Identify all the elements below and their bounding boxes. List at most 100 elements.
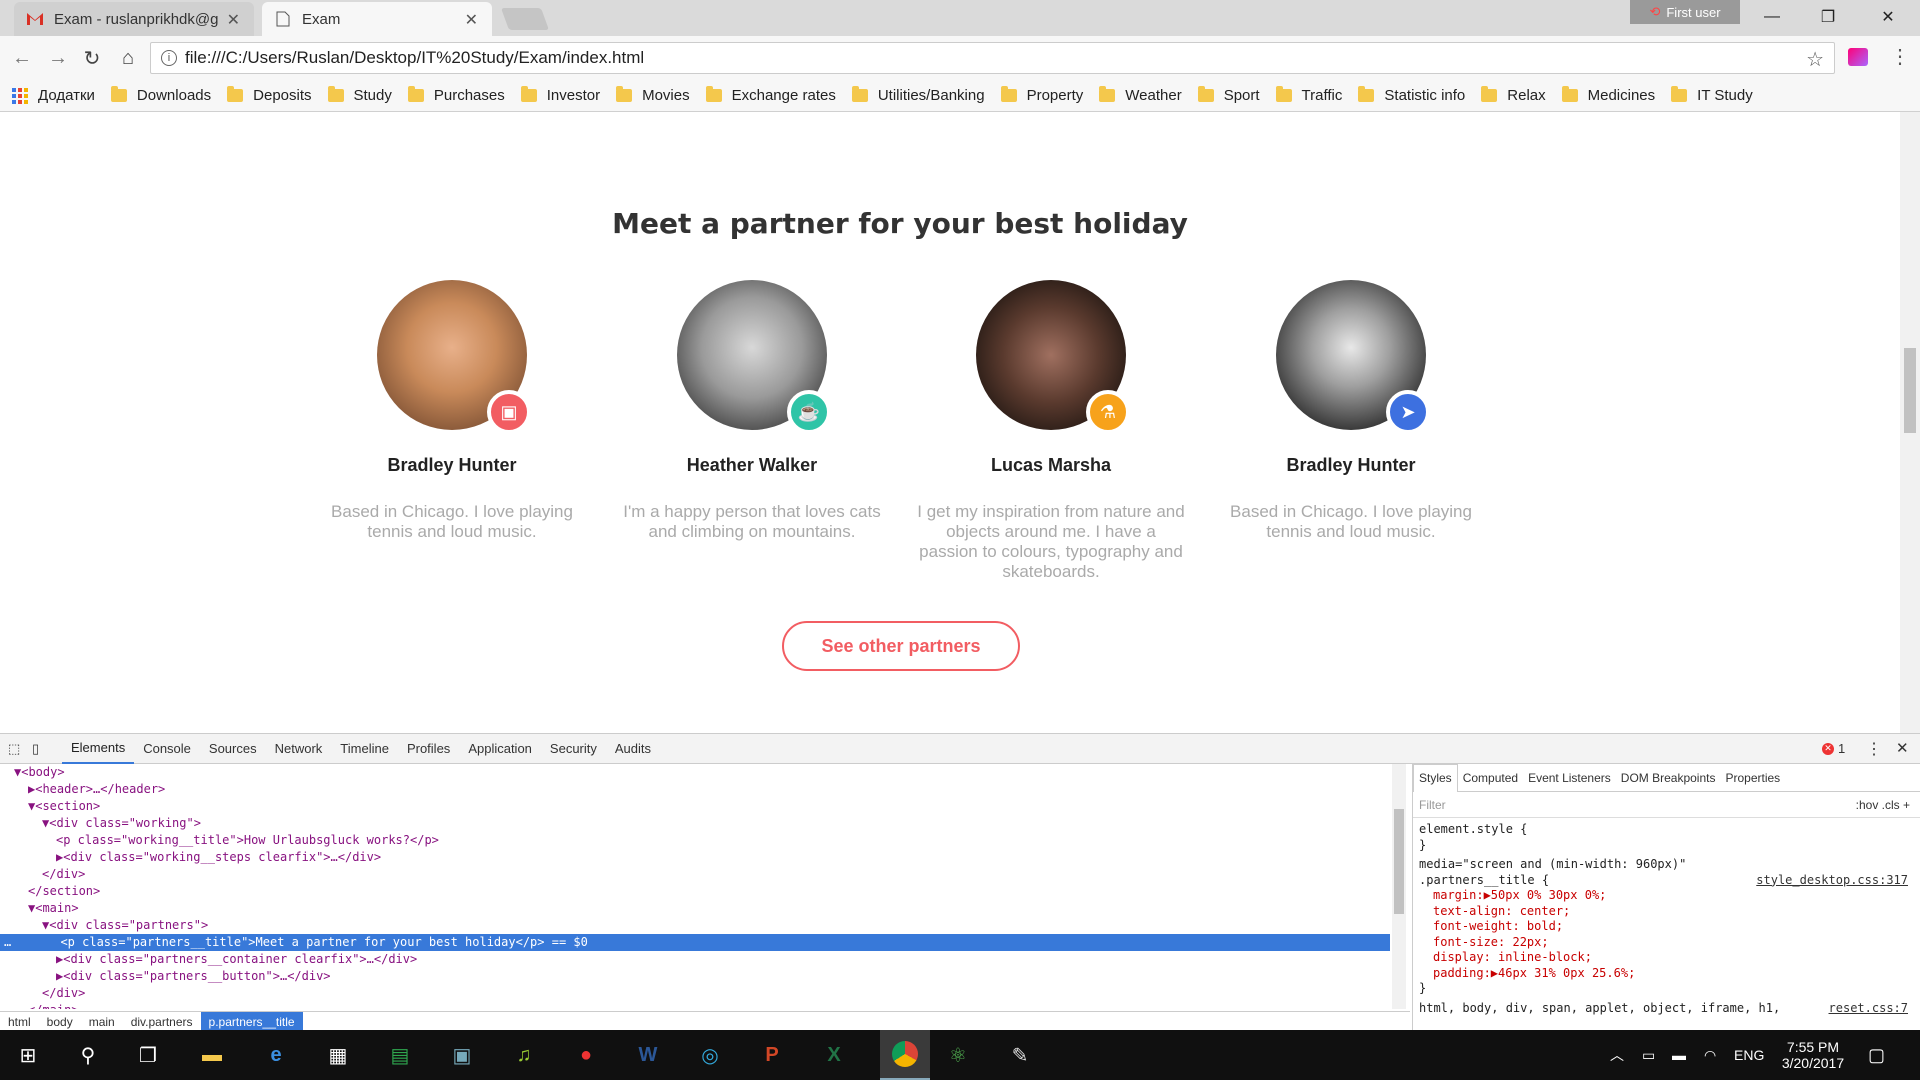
error-counter[interactable]: ✕ 1 [1822, 741, 1845, 756]
close-icon[interactable]: ✕ [1896, 739, 1909, 757]
styles-filter[interactable]: Filter :hov .cls + [1413, 792, 1920, 818]
devtools-tab-elements[interactable]: Elements [62, 734, 135, 764]
dom-node[interactable]: ▶<div class="partners__container clearfi… [0, 951, 1390, 968]
bookmark-folder[interactable]: Study [327, 86, 392, 104]
minimize-button[interactable]: — [1752, 4, 1792, 30]
app-icon[interactable]: ● [570, 1039, 602, 1071]
wifi-icon[interactable]: ◠ [1704, 1030, 1716, 1080]
star-icon[interactable]: ☆ [1806, 47, 1824, 72]
scrollbar-thumb[interactable] [1394, 809, 1404, 914]
dom-node[interactable]: ▶<header>…</header> [0, 781, 1390, 798]
devtools-tab-network[interactable]: Network [266, 734, 332, 764]
styles-tab[interactable]: Styles [1413, 763, 1458, 792]
see-other-partners-button[interactable]: See other partners [782, 621, 1020, 671]
bookmark-folder[interactable]: Utilities/Banking [851, 86, 985, 104]
tab-gmail[interactable]: Exam - ruslanprikhdk@g ✕ [14, 2, 254, 36]
restore-button[interactable]: ❐ [1808, 4, 1848, 30]
breadcrumb-item[interactable]: body [39, 1012, 81, 1032]
devtools-menu-icon[interactable]: ⋮ [1866, 739, 1882, 759]
dom-node[interactable]: ▼<main> [0, 900, 1390, 917]
bookmark-folder[interactable]: Deposits [227, 86, 312, 104]
paint-icon[interactable]: ✎ [1004, 1039, 1036, 1071]
bookmark-folder[interactable]: Medicines [1561, 86, 1655, 104]
edge-icon[interactable]: e [260, 1039, 292, 1071]
bookmark-folder[interactable]: Relax [1481, 86, 1546, 104]
start-icon[interactable]: ⊞ [12, 1039, 44, 1071]
bookmark-apps[interactable]: Додатки [12, 87, 95, 104]
dom-node[interactable]: … <p class="partners__title">Meet a part… [0, 934, 1390, 951]
devtools-tab-profiles[interactable]: Profiles [398, 734, 459, 764]
devtools-tab-audits[interactable]: Audits [606, 734, 660, 764]
atom-icon[interactable]: ⚛ [942, 1039, 974, 1071]
page-scrollbar[interactable] [1900, 112, 1920, 733]
bookmark-folder[interactable]: Investor [520, 86, 600, 104]
bookmark-folder[interactable]: Exchange rates [705, 86, 836, 104]
dom-node[interactable]: ▼<div class="working"> [0, 815, 1390, 832]
devtools-tab-application[interactable]: Application [459, 734, 541, 764]
dom-node[interactable]: </div> [0, 985, 1390, 1002]
tray-up-icon[interactable]: ︿ [1610, 1030, 1624, 1080]
forward-button[interactable]: → [44, 44, 72, 72]
home-button[interactable]: ⌂ [114, 44, 142, 72]
dom-node[interactable]: ▼<div class="partners"> [0, 917, 1390, 934]
dom-node[interactable]: </main> [0, 1002, 1390, 1009]
address-bar[interactable]: i file:///C:/Users/Ruslan/Desktop/IT%20S… [150, 42, 1835, 74]
devtools-tab-security[interactable]: Security [541, 734, 606, 764]
profile-button[interactable]: ⟲ First user [1630, 0, 1740, 24]
dom-node[interactable]: ▶<div class="working__steps clearfix">…<… [0, 849, 1390, 866]
device-icon[interactable]: ▯ [32, 741, 62, 757]
bookmark-folder[interactable]: Sport [1197, 86, 1260, 104]
excel-icon[interactable]: X [818, 1039, 850, 1071]
chrome-icon[interactable] [880, 1030, 930, 1080]
menu-icon[interactable]: ⋮ [1890, 44, 1910, 69]
dom-scrollbar[interactable] [1392, 764, 1406, 1009]
styles-tab[interactable]: Event Listeners [1523, 764, 1616, 792]
breadcrumb-item[interactable]: div.partners [123, 1012, 201, 1032]
new-tab-button[interactable] [500, 8, 550, 30]
filter-input[interactable]: Filter [1419, 798, 1446, 812]
devtools-tab-timeline[interactable]: Timeline [331, 734, 398, 764]
filter-options[interactable]: :hov .cls + [1856, 798, 1910, 812]
bookmark-folder[interactable]: Movies [616, 86, 690, 104]
bookmark-folder[interactable]: Traffic [1275, 86, 1342, 104]
stylesheet-link[interactable]: reset.css:7 [1829, 1001, 1908, 1017]
tab-exam[interactable]: Exam ✕ [262, 2, 492, 36]
dom-node[interactable]: </section> [0, 883, 1390, 900]
sheets-icon[interactable]: ▤ [384, 1039, 416, 1071]
back-button[interactable]: ← [8, 44, 36, 72]
close-icon[interactable]: ✕ [465, 10, 478, 30]
inspect-icon[interactable]: ⬚ [8, 741, 32, 757]
language-indicator[interactable]: ENG [1734, 1030, 1764, 1080]
stylesheet-link[interactable]: style_desktop.css:317 [1756, 873, 1908, 889]
close-icon[interactable]: ✕ [227, 10, 240, 30]
styles-tab[interactable]: DOM Breakpoints [1616, 764, 1721, 792]
network-icon[interactable]: ▭ [1642, 1030, 1655, 1080]
dom-node[interactable]: ▼<section> [0, 798, 1390, 815]
store-icon[interactable]: ▦ [322, 1039, 354, 1071]
breadcrumb-item[interactable]: p.partners__title [200, 1011, 303, 1032]
task-view-icon[interactable]: ❐ [132, 1039, 164, 1071]
app-icon[interactable]: ◎ [694, 1039, 726, 1071]
clock[interactable]: 7:55 PM 3/20/2017 [1778, 1030, 1848, 1080]
reload-button[interactable]: ↻ [78, 44, 106, 72]
dom-node[interactable]: ▶<div class="partners__button">…</div> [0, 968, 1390, 985]
file-explorer-icon[interactable]: ▬ [196, 1039, 228, 1071]
breadcrumb-item[interactable]: main [81, 1012, 123, 1032]
close-window-button[interactable]: ✕ [1868, 4, 1908, 30]
breadcrumb-item[interactable]: html [0, 1012, 39, 1032]
bookmark-folder[interactable]: IT Study [1671, 86, 1753, 104]
styles-tab[interactable]: Computed [1458, 764, 1523, 792]
scrollbar-thumb[interactable] [1904, 348, 1916, 433]
styles-tab[interactable]: Properties [1720, 764, 1785, 792]
powerpoint-icon[interactable]: P [756, 1039, 788, 1071]
search-icon[interactable]: ⚲ [72, 1039, 104, 1071]
music-icon[interactable]: ♫ [508, 1039, 540, 1071]
dom-node[interactable]: <p class="working__title">How Urlaubsglu… [0, 832, 1390, 849]
bookmark-folder[interactable]: Downloads [110, 86, 211, 104]
bookmark-folder[interactable]: Weather [1099, 86, 1182, 104]
battery-icon[interactable]: ▬ [1672, 1030, 1686, 1080]
word-icon[interactable]: W [632, 1039, 664, 1071]
devtools-tab-sources[interactable]: Sources [200, 734, 266, 764]
info-icon[interactable]: i [161, 50, 177, 66]
dom-node[interactable]: ▼<body> [0, 764, 1390, 781]
